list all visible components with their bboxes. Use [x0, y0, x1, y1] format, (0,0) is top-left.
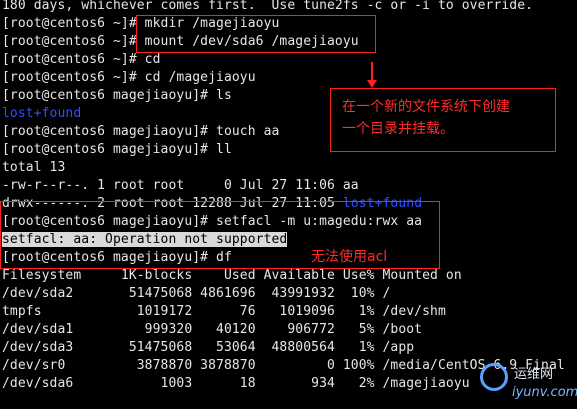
- terminal-text: [root@centos6 ~]# cd: [2, 52, 161, 67]
- terminal-text: /dev/sda6 1003 18 934 2% /magejiaoyu: [2, 376, 470, 391]
- terminal-text: -rw-r--r--. 1 root root 0 Jul 27 11:06 a…: [2, 178, 359, 193]
- terminal-line: [root@centos6 magejiaoyu]# ls: [2, 87, 232, 105]
- annotation-arrow-line: [371, 62, 373, 82]
- terminal-text: [root@centos6 magejiaoyu]# ll: [2, 142, 232, 157]
- terminal-line: [root@centos6 ~]# cd /magejiaoyu: [2, 69, 256, 87]
- terminal-line: lost+found: [2, 105, 81, 123]
- watermark-logo-icon: [480, 363, 508, 391]
- annotation-note-2: 无法使用acl: [311, 249, 388, 265]
- terminal-text: 180 days, whichever comes first. Use tun…: [2, 0, 534, 13]
- terminal-line: total 13: [2, 159, 65, 177]
- terminal-text: /dev/sda2 51475068 4861696 43991932 10% …: [2, 286, 391, 301]
- terminal-text: /dev/sda3 51475068 53064 48800564 1% /ap…: [2, 340, 415, 355]
- terminal-text: Filesystem 1K-blocks Used Available Use%…: [2, 268, 462, 283]
- terminal-line: [root@centos6 ~]# cd: [2, 51, 161, 69]
- terminal-line: /dev/sda2 51475068 4861696 43991932 10% …: [2, 285, 390, 303]
- terminal-text: [root@centos6 magejiaoyu]# ls: [2, 88, 232, 103]
- terminal-text: tmpfs 1019172 76 1019096 1% /dev/shm: [2, 304, 446, 319]
- terminal-line: /dev/sda1 999320 40120 906772 5% /boot: [2, 321, 422, 339]
- terminal-text: total 13: [2, 160, 66, 175]
- directory-name: lost+found: [2, 106, 82, 121]
- mount-commands-box: [136, 15, 376, 53]
- terminal-line: 180 days, whichever comes first. Use tun…: [2, 0, 533, 15]
- annotation-arrow-head: [367, 80, 377, 88]
- terminal-line: [root@centos6 magejiaoyu]# ll: [2, 141, 232, 159]
- terminal-text: /dev/sda1 999320 40120 906772 5% /boot: [2, 322, 423, 337]
- annotation-note-1: 在一个新的文件系统下创建 一个目录并挂载。: [342, 96, 552, 140]
- watermark-text: 运维网: [514, 367, 554, 382]
- annotation-note-1-line-1: 在一个新的文件系统下创建: [342, 99, 510, 115]
- watermark-subtext: iyunv.com: [512, 385, 577, 400]
- terminal-line: Filesystem 1K-blocks Used Available Use%…: [2, 267, 462, 285]
- terminal-line: -rw-r--r--. 1 root root 0 Jul 27 11:06 a…: [2, 177, 359, 195]
- terminal-text: [root@centos6 ~]# cd /magejiaoyu: [2, 70, 256, 85]
- terminal-text: [root@centos6 magejiaoyu]# touch aa: [2, 124, 280, 139]
- terminal-line: [root@centos6 magejiaoyu]# touch aa: [2, 123, 279, 141]
- watermark: 运维网 iyunv.com: [478, 357, 577, 407]
- terminal-line: /dev/sda3 51475068 53064 48800564 1% /ap…: [2, 339, 414, 357]
- annotation-note-1-line-2: 一个目录并挂载。: [342, 121, 454, 137]
- terminal-line: tmpfs 1019172 76 1019096 1% /dev/shm: [2, 303, 446, 321]
- terminal-line: /dev/sda6 1003 18 934 2% /magejiaoyu: [2, 375, 470, 393]
